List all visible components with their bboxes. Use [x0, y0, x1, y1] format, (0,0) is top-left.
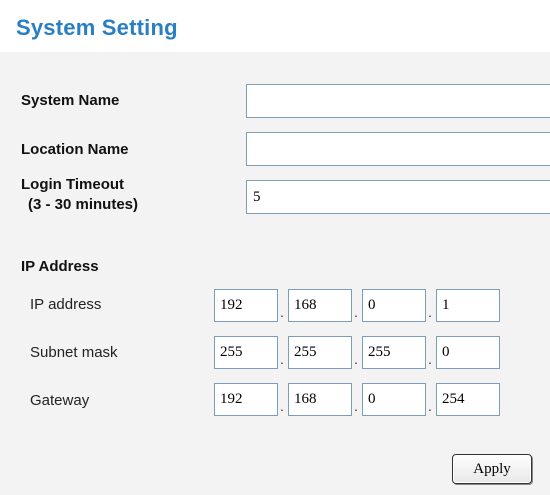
ip-octet-1-input[interactable]	[214, 289, 278, 322]
page-title: System Setting	[16, 15, 178, 40]
octet-separator: .	[280, 304, 284, 320]
ip-address-label: IP address	[30, 296, 102, 313]
ip-octet-2-input[interactable]	[288, 289, 352, 322]
settings-panel	[0, 0, 550, 495]
octet-separator: .	[354, 398, 358, 414]
gateway-octet-1-input[interactable]	[214, 383, 278, 416]
gateway-octet-4-input[interactable]	[436, 383, 500, 416]
ip-address-heading: IP Address	[21, 258, 99, 275]
octet-separator: .	[428, 351, 432, 367]
octet-separator: .	[354, 304, 358, 320]
location-name-field[interactable]	[246, 132, 550, 166]
octet-separator: .	[280, 351, 284, 367]
location-name-label: Location Name	[21, 141, 129, 158]
subnet-octet-3-input[interactable]	[362, 336, 426, 369]
subnet-octet-4-input[interactable]	[436, 336, 500, 369]
system-name-field[interactable]	[246, 84, 550, 118]
gateway-octet-2-input[interactable]	[288, 383, 352, 416]
system-name-label: System Name	[21, 92, 120, 109]
login-timeout-hint: (3 - 30 minutes)	[28, 196, 139, 213]
subnet-mask-label: Subnet mask	[30, 344, 118, 361]
octet-separator: .	[280, 398, 284, 414]
gateway-label: Gateway	[30, 392, 90, 409]
octet-separator: .	[428, 304, 432, 320]
ip-octet-3-input[interactable]	[362, 289, 426, 322]
subnet-octet-2-input[interactable]	[288, 336, 352, 369]
login-timeout-label: Login Timeout	[21, 176, 125, 193]
subnet-octet-1-input[interactable]	[214, 336, 278, 369]
login-timeout-field[interactable]	[246, 180, 550, 214]
gateway-octet-3-input[interactable]	[362, 383, 426, 416]
apply-button[interactable]: Apply	[452, 454, 532, 484]
ip-octet-4-input[interactable]	[436, 289, 500, 322]
octet-separator: .	[428, 398, 432, 414]
octet-separator: .	[354, 351, 358, 367]
